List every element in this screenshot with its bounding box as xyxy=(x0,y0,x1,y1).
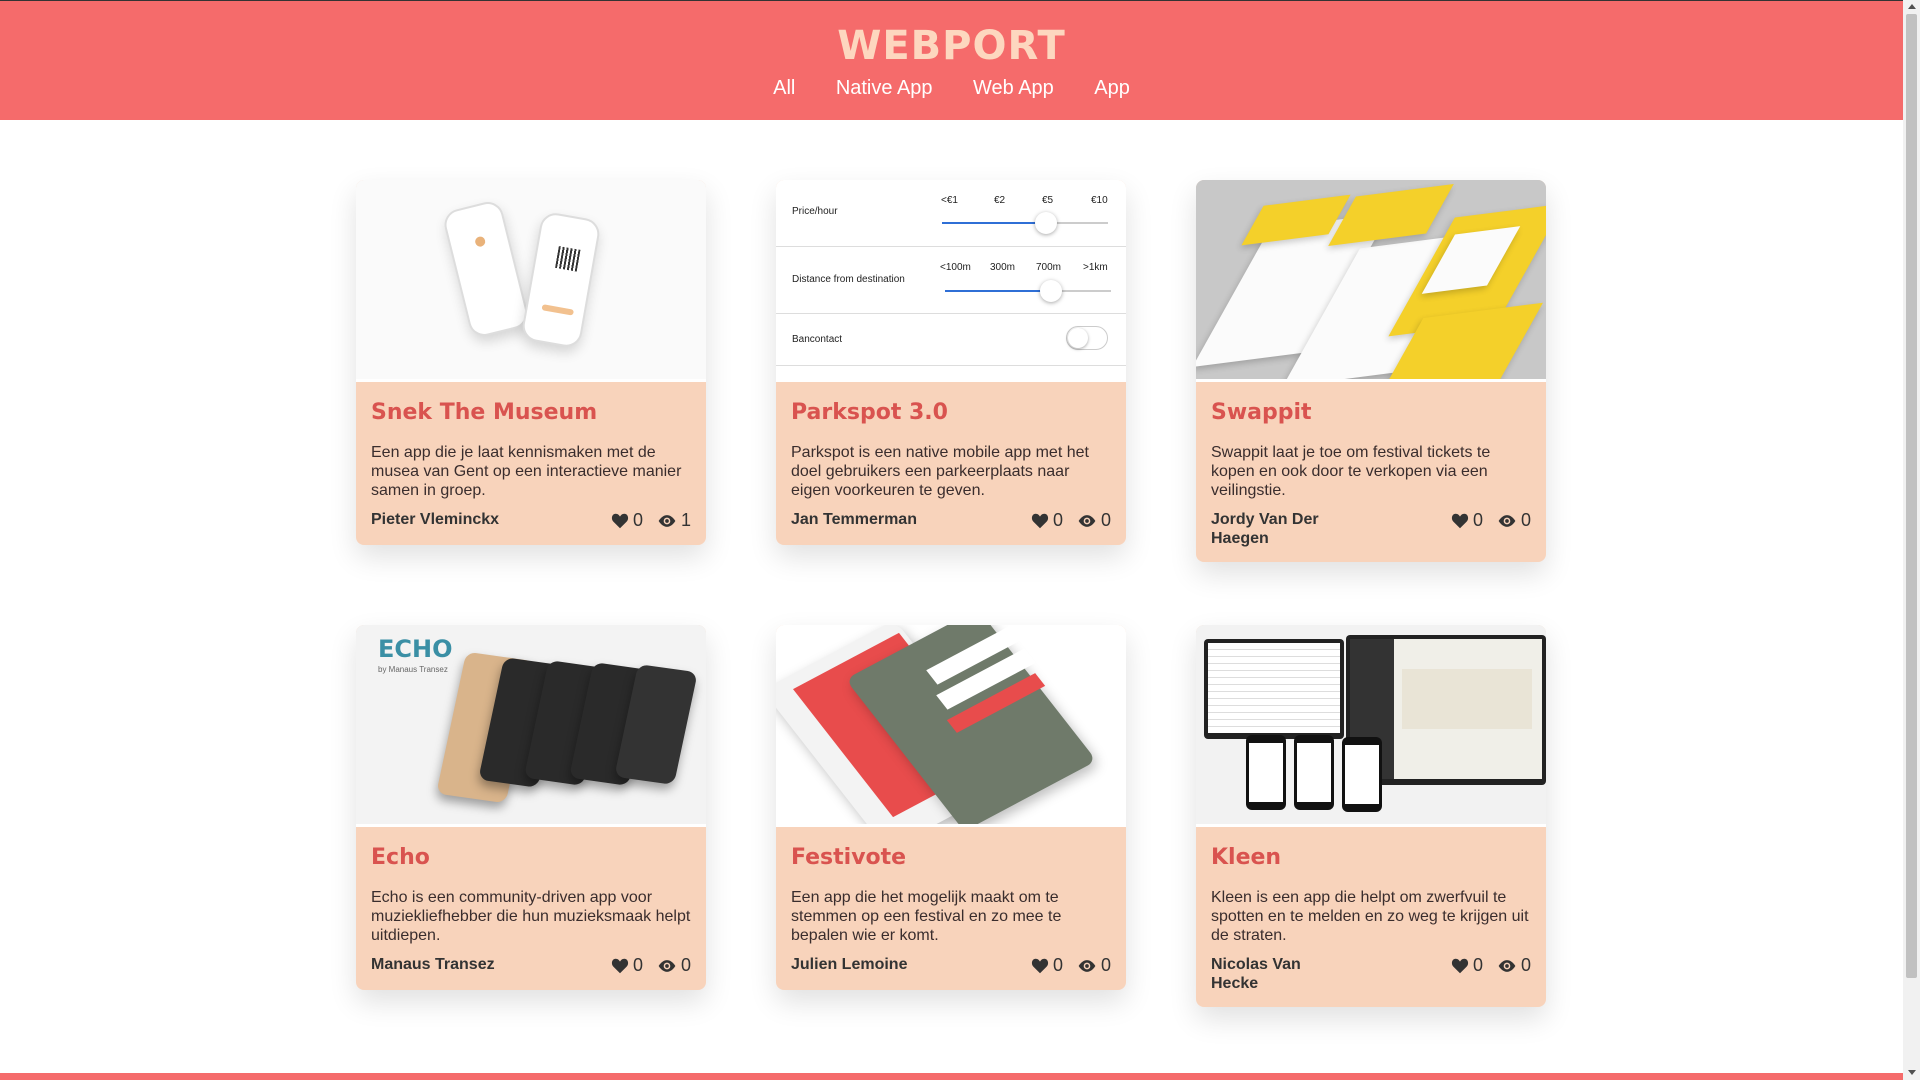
scroll-up-arrow-icon[interactable] xyxy=(1908,4,1916,9)
views-stat: 0 xyxy=(1497,955,1531,976)
heart-icon xyxy=(1031,513,1049,528)
price-slider xyxy=(942,222,1108,224)
eye-icon xyxy=(1078,514,1096,527)
likes-stat[interactable]: 0 xyxy=(1031,955,1063,976)
views-stat: 0 xyxy=(1077,510,1111,531)
likes-stat[interactable]: 0 xyxy=(611,510,643,531)
project-thumbnail xyxy=(776,625,1126,827)
views-stat: 0 xyxy=(1497,510,1531,531)
brand-logo[interactable]: WEBPORT xyxy=(0,23,1903,69)
nav-native-app[interactable]: Native App xyxy=(836,77,933,99)
likes-count: 0 xyxy=(1472,510,1483,530)
views-count: 0 xyxy=(1520,955,1531,975)
filter-nav: All Native App Web App App xyxy=(0,77,1903,100)
likes-count: 0 xyxy=(1472,955,1483,975)
bancontact-toggle xyxy=(1066,326,1108,350)
footer-bar xyxy=(0,1073,1903,1080)
project-thumbnail: ECHO by Manaus Transez xyxy=(356,625,706,827)
views-count: 1 xyxy=(680,510,691,530)
nav-all[interactable]: All xyxy=(773,77,795,99)
project-thumbnail xyxy=(356,180,706,382)
nav-web-app[interactable]: Web App xyxy=(973,77,1054,99)
likes-stat[interactable]: 0 xyxy=(1451,955,1483,976)
views-count: 0 xyxy=(1100,510,1111,530)
card-description: Kleen is een app die helpt om zwerfvuil … xyxy=(1211,889,1529,944)
likes-stat[interactable]: 0 xyxy=(611,955,643,976)
card-author: Nicolas Van Hecke xyxy=(1211,956,1301,992)
views-stat: 0 xyxy=(657,955,691,976)
echo-logo: ECHO xyxy=(378,635,453,663)
scrollbar-thumb[interactable] xyxy=(1906,14,1917,978)
heart-icon xyxy=(1451,958,1469,973)
phone-mockup xyxy=(441,198,531,340)
likes-count: 0 xyxy=(1052,955,1063,975)
likes-stat[interactable]: 0 xyxy=(1451,510,1483,531)
scroll-down-arrow-icon[interactable] xyxy=(1908,1070,1916,1075)
views-stat: 0 xyxy=(1077,955,1111,976)
project-card[interactable]: Snek The Museum Een app die je laat kenn… xyxy=(356,180,706,545)
eye-icon xyxy=(1498,959,1516,972)
views-count: 0 xyxy=(680,955,691,975)
views-count: 0 xyxy=(1100,955,1111,975)
heart-icon xyxy=(611,958,629,973)
card-author: Julien Lemoine xyxy=(791,956,908,973)
project-card[interactable]: Festivote Een app die het mogelijk maakt… xyxy=(776,625,1126,990)
card-description: Een app die je laat kennismaken met de m… xyxy=(371,444,682,499)
likes-count: 0 xyxy=(632,955,643,975)
card-title[interactable]: Swappit xyxy=(1211,400,1531,425)
site-header: WEBPORT All Native App Web App App xyxy=(0,0,1903,120)
project-card[interactable]: Price/hour <€1 €2 €5 €10 Distance from d… xyxy=(776,180,1126,545)
project-thumbnail: Price/hour <€1 €2 €5 €10 Distance from d… xyxy=(776,180,1126,382)
card-title[interactable]: Snek The Museum xyxy=(371,400,691,425)
nav-app[interactable]: App xyxy=(1094,77,1130,99)
project-card[interactable]: ECHO by Manaus Transez Echo Echo is een … xyxy=(356,625,706,990)
card-title[interactable]: Echo xyxy=(371,845,691,870)
card-author: Jordy Van Der Haegen xyxy=(1211,511,1319,547)
card-title[interactable]: Parkspot 3.0 xyxy=(791,400,1111,425)
card-author: Manaus Transez xyxy=(371,956,495,973)
slider-handle xyxy=(1040,280,1062,302)
project-thumbnail xyxy=(1196,625,1546,827)
card-author: Pieter Vleminckx xyxy=(371,511,500,528)
card-description: Echo is een community-driven app voor mu… xyxy=(371,889,691,944)
card-description: Swappit laat je toe om festival tickets … xyxy=(1211,444,1491,499)
card-description: Een app die het mogelijk maakt om te ste… xyxy=(791,889,1062,944)
heart-icon xyxy=(611,513,629,528)
project-card[interactable]: Swappit Swappit laat je toe om festival … xyxy=(1196,180,1546,562)
eye-icon xyxy=(1078,959,1096,972)
phone-mockup xyxy=(520,210,602,350)
eye-icon xyxy=(658,514,676,527)
views-count: 0 xyxy=(1520,510,1531,530)
slider-handle xyxy=(1035,212,1057,234)
eye-icon xyxy=(658,959,676,972)
card-description: Parkspot is een native mobile app met he… xyxy=(791,444,1089,499)
card-title[interactable]: Kleen xyxy=(1211,845,1531,870)
card-title[interactable]: Festivote xyxy=(791,845,1111,870)
views-stat: 1 xyxy=(657,510,691,531)
heart-icon xyxy=(1031,958,1049,973)
project-thumbnail xyxy=(1196,180,1546,382)
eye-icon xyxy=(1498,514,1516,527)
distance-slider xyxy=(945,290,1111,292)
heart-icon xyxy=(1451,513,1469,528)
likes-count: 0 xyxy=(1052,510,1063,530)
project-card[interactable]: Kleen Kleen is een app die helpt om zwer… xyxy=(1196,625,1546,1007)
card-author: Jan Temmerman xyxy=(791,511,917,528)
likes-stat[interactable]: 0 xyxy=(1031,510,1063,531)
vertical-scrollbar[interactable] xyxy=(1903,0,1920,1080)
likes-count: 0 xyxy=(632,510,643,530)
